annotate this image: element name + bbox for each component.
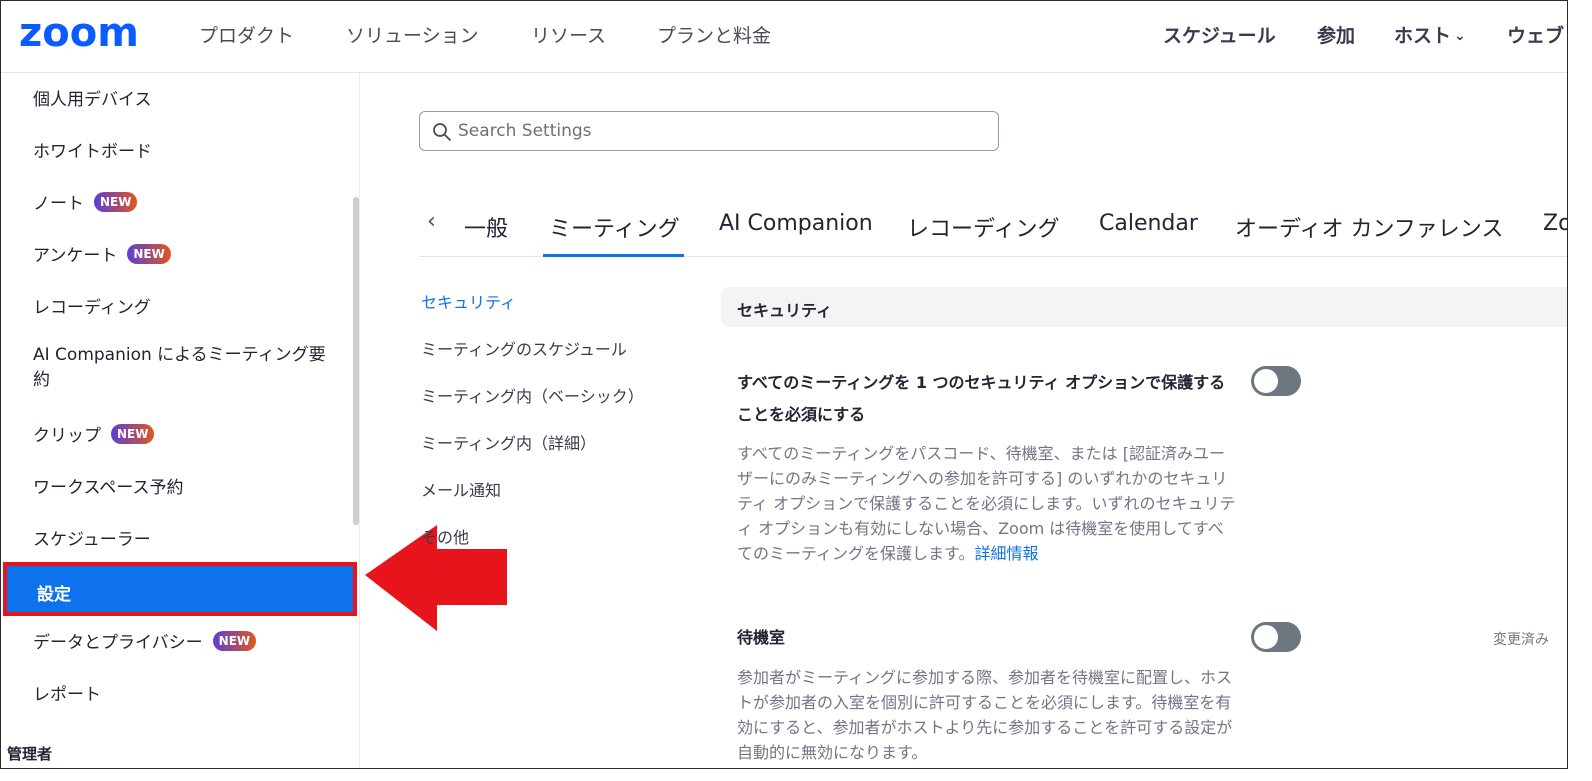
nav-host-label: ホスト	[1394, 25, 1452, 47]
nav-products[interactable]: プロダクト	[199, 21, 294, 48]
section-header-security: セキュリティ	[721, 287, 1567, 327]
nav-join[interactable]: 参加	[1317, 21, 1355, 48]
tab-zoom-apps[interactable]: Zo	[1543, 211, 1567, 236]
sidebar-item-recordings[interactable]: レコーディング	[33, 293, 151, 318]
sidebar-item-label: データとプライバシー	[33, 633, 203, 653]
subnav-in-meeting-basic[interactable]: ミーティング内（ベーシック）	[421, 383, 644, 407]
setting-description-waiting-room: 参加者がミーティングに参加する際、参加者を待機室に配置し、ホストが参加者の入室を…	[737, 668, 1233, 762]
top-navigation-bar: zoom プロダクト ソリューション リソース プランと料金 スケジュール 参加…	[1, 1, 1567, 73]
tab-general[interactable]: 一般	[464, 211, 508, 243]
sidebar-item-scheduler[interactable]: スケジューラー	[33, 525, 151, 550]
new-badge: NEW	[212, 630, 257, 651]
nav-schedule[interactable]: スケジュール	[1163, 21, 1276, 48]
sidebar-item-label: 個人用デバイス	[33, 90, 152, 110]
sidebar-item-label: レポート	[33, 685, 101, 705]
zoom-logo-text: zoom	[19, 13, 139, 53]
tab-meetings[interactable]: ミーティング	[549, 211, 680, 243]
sidebar-item-label: ホワイトボード	[33, 142, 152, 162]
toggle-waiting-room[interactable]	[1251, 622, 1301, 652]
search-settings-box	[419, 111, 999, 151]
section-title: セキュリティ	[737, 301, 833, 320]
sidebar-item-ai-companion-summary[interactable]: AI Companion によるミーティング要約	[33, 343, 333, 393]
subnav-other[interactable]: その他	[421, 524, 469, 548]
sidebar-item-label: ノート	[33, 194, 84, 214]
sidebar-item-label: AI Companion によるミーティング要約	[33, 345, 326, 390]
nav-plans-pricing[interactable]: プランと料金	[657, 21, 771, 48]
sidebar-item-data-privacy[interactable]: データとプライバシー NEW	[33, 628, 257, 653]
sidebar-item-settings[interactable]: 設定	[3, 562, 357, 616]
nav-resources[interactable]: リソース	[531, 21, 606, 48]
sidebar-item-notes[interactable]: ノート NEW	[33, 189, 138, 214]
tab-calendar[interactable]: Calendar	[1099, 211, 1198, 236]
chevron-down-icon: ⌄	[1454, 28, 1466, 44]
sidebar-item-workspace-reservation[interactable]: ワークスペース予約	[33, 473, 183, 498]
search-input[interactable]	[458, 120, 978, 142]
search-icon	[433, 123, 451, 141]
tab-ai-companion[interactable]: AI Companion	[719, 211, 873, 236]
settings-tabs: ‹ 一般 ミーティング AI Companion レコーディング Calenda…	[419, 197, 1567, 257]
new-badge: NEW	[127, 243, 171, 264]
setting-title-require-security-option: すべてのミーティングを 1 つのセキュリティ オプションで保護することを必須にす…	[737, 373, 1226, 424]
active-tab-indicator	[543, 254, 684, 257]
tab-recording[interactable]: レコーディング	[907, 211, 1059, 243]
sidebar-scrollbar[interactable]	[353, 197, 359, 525]
nav-solutions[interactable]: ソリューション	[346, 21, 479, 48]
subnav-email-notifications[interactable]: メール通知	[421, 477, 501, 501]
sidebar-item-label: ワークスペース予約	[33, 478, 184, 498]
sidebar-item-label: レコーディング	[33, 298, 151, 318]
toggle-knob	[1254, 369, 1278, 393]
sidebar-item-label: クリップ	[33, 426, 101, 446]
setting-title-waiting-room: 待機室	[737, 628, 786, 647]
nav-host-menu[interactable]: ホスト ⌄	[1394, 21, 1466, 48]
nav-webinar[interactable]: ウェブ	[1507, 21, 1564, 48]
admin-section-heading: 管理者	[7, 745, 53, 763]
sidebar-item-personal-devices[interactable]: 個人用デバイス	[33, 85, 152, 110]
tab-audio-conferencing[interactable]: オーディオ カンファレンス	[1235, 211, 1503, 243]
sidebar-item-whiteboard[interactable]: ホワイトボード	[33, 137, 152, 162]
subnav-meeting-schedule[interactable]: ミーティングのスケジュール	[421, 336, 627, 360]
toggle-knob	[1254, 625, 1278, 649]
sidebar-item-label: スケジューラー	[33, 530, 151, 550]
subnav-security[interactable]: セキュリティ	[421, 289, 516, 313]
new-badge: NEW	[94, 191, 138, 212]
zoom-logo[interactable]: zoom	[19, 13, 157, 53]
sidebar-item-reports[interactable]: レポート	[33, 680, 101, 705]
learn-more-link[interactable]: 詳細情報	[974, 544, 1038, 563]
left-sidebar: 個人用デバイス ホワイトボード ノート NEW アンケート NEW レコーディン…	[1, 73, 360, 768]
sidebar-item-label: 設定	[37, 585, 71, 605]
toggle-require-security-option[interactable]	[1251, 366, 1301, 396]
sidebar-item-label: アンケート	[33, 246, 118, 266]
subnav-in-meeting-advanced[interactable]: ミーティング内（詳細）	[421, 430, 596, 454]
setting-description-require-security-option: すべてのミーティングをパスコード、待機室、または [認証済みユーザーにのみミーテ…	[737, 441, 1237, 566]
chevron-left-icon[interactable]: ‹	[427, 209, 436, 234]
new-badge: NEW	[111, 423, 155, 444]
sidebar-item-clips[interactable]: クリップ NEW	[33, 421, 155, 446]
sidebar-item-polls[interactable]: アンケート NEW	[33, 241, 171, 266]
app-window: zoom プロダクト ソリューション リソース プランと料金 スケジュール 参加…	[0, 0, 1568, 769]
changed-status-label: 変更済み	[1493, 632, 1549, 648]
